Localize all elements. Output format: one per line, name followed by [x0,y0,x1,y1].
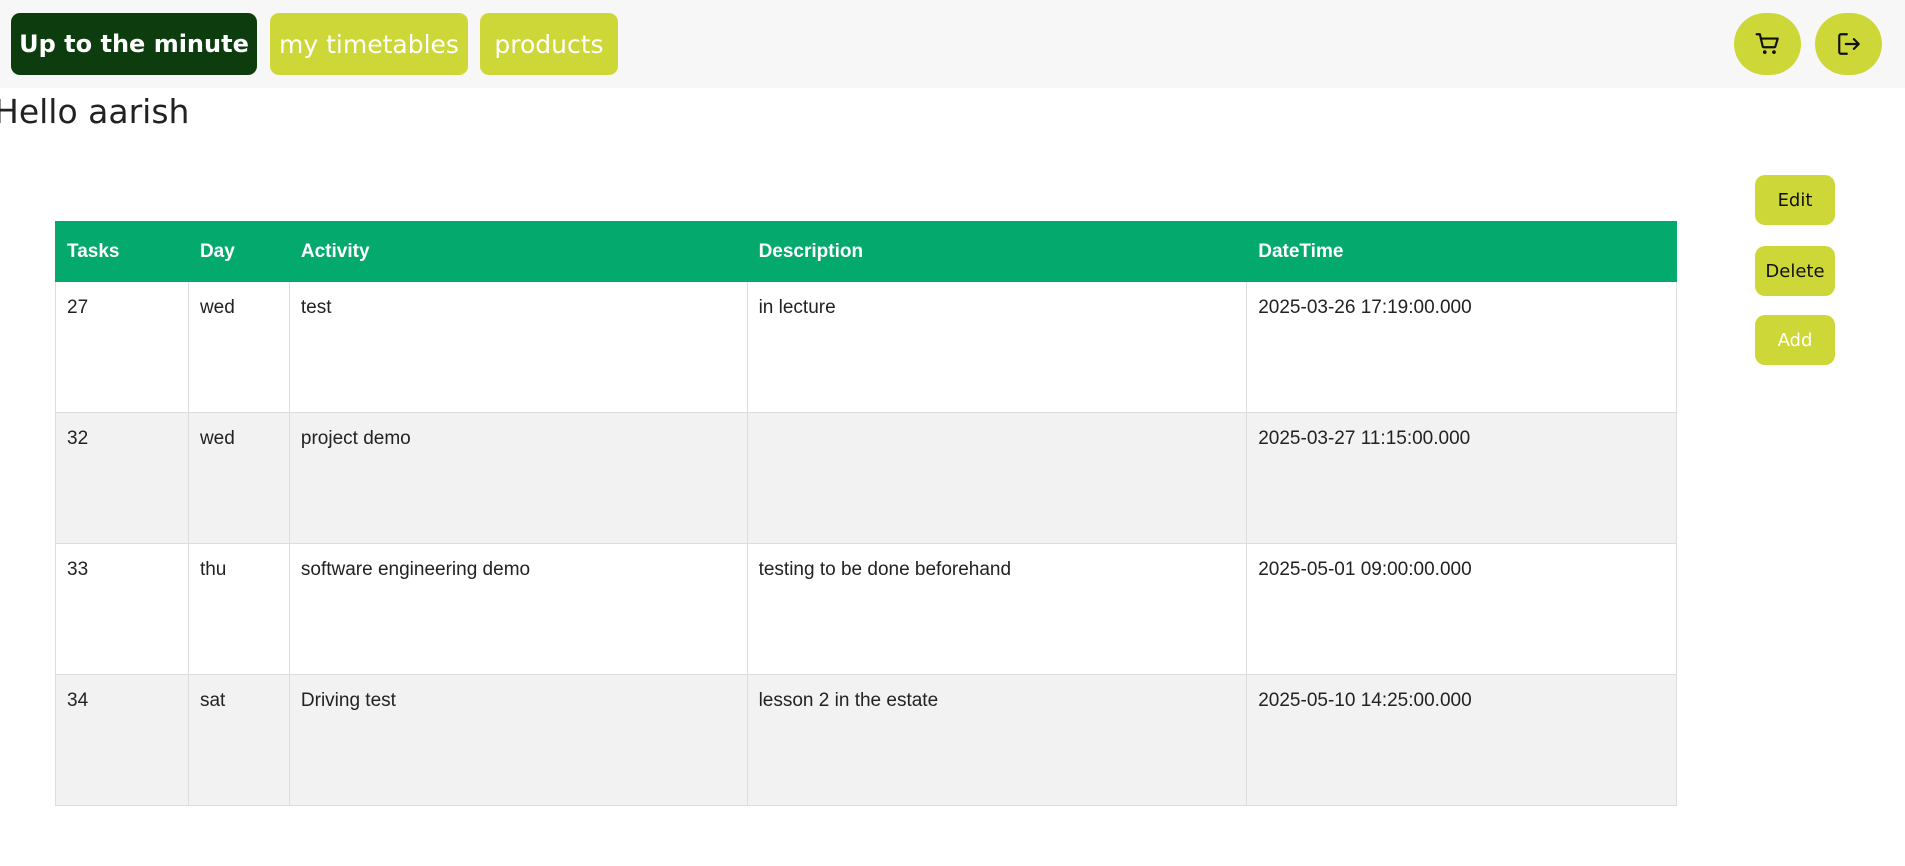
nav-products-button[interactable]: products [480,13,618,75]
nav-my-timetables-button[interactable]: my timetables [270,13,468,75]
cell-activity: test [288,281,748,413]
edit-button[interactable]: Edit [1755,175,1835,225]
cell-description [746,412,1248,544]
cell-task-id: 32 [55,412,189,544]
cell-datetime: 2025-03-26 17:19:00.000 [1246,281,1677,413]
table-header-row: Tasks Day Activity Description DateTime [55,221,1677,282]
column-header-activity: Activity [288,221,748,282]
top-navbar: Up to the minute my timetables products [0,0,1905,88]
table-row[interactable]: 27 wed test in lecture 2025-03-26 17:19:… [55,281,1677,413]
cell-task-id: 33 [55,543,189,675]
cell-datetime: 2025-05-01 09:00:00.000 [1246,543,1677,675]
cell-day: wed [187,412,290,544]
cell-day: wed [187,281,290,413]
cell-description: in lecture [746,281,1248,413]
cell-task-id: 27 [55,281,189,413]
table-row[interactable]: 33 thu software engineering demo testing… [55,543,1677,675]
timetable-table: Tasks Day Activity Description DateTime … [55,221,1677,806]
logout-button[interactable] [1815,13,1882,75]
cell-datetime: 2025-05-10 14:25:00.000 [1246,674,1677,806]
brand-home-button[interactable]: Up to the minute [11,13,257,75]
column-header-datetime: DateTime [1246,221,1677,282]
greeting-heading: Hello aarish [0,92,190,131]
cell-activity: software engineering demo [288,543,748,675]
table-row[interactable]: 32 wed project demo 2025-03-27 11:15:00.… [55,412,1677,544]
cell-datetime: 2025-03-27 11:15:00.000 [1246,412,1677,544]
column-header-description: Description [746,221,1248,282]
add-button[interactable]: Add [1755,315,1835,365]
cell-activity: project demo [288,412,748,544]
table-row[interactable]: 34 sat Driving test lesson 2 in the esta… [55,674,1677,806]
cell-activity: Driving test [288,674,748,806]
logout-icon [1836,31,1862,57]
delete-button[interactable]: Delete [1755,246,1835,296]
column-header-day: Day [187,221,290,282]
cell-day: sat [187,674,290,806]
cell-description: lesson 2 in the estate [746,674,1248,806]
column-header-tasks: Tasks [55,221,189,282]
cell-task-id: 34 [55,674,189,806]
cell-description: testing to be done beforehand [746,543,1248,675]
cell-day: thu [187,543,290,675]
cart-icon [1755,31,1781,57]
cart-button[interactable] [1734,13,1801,75]
